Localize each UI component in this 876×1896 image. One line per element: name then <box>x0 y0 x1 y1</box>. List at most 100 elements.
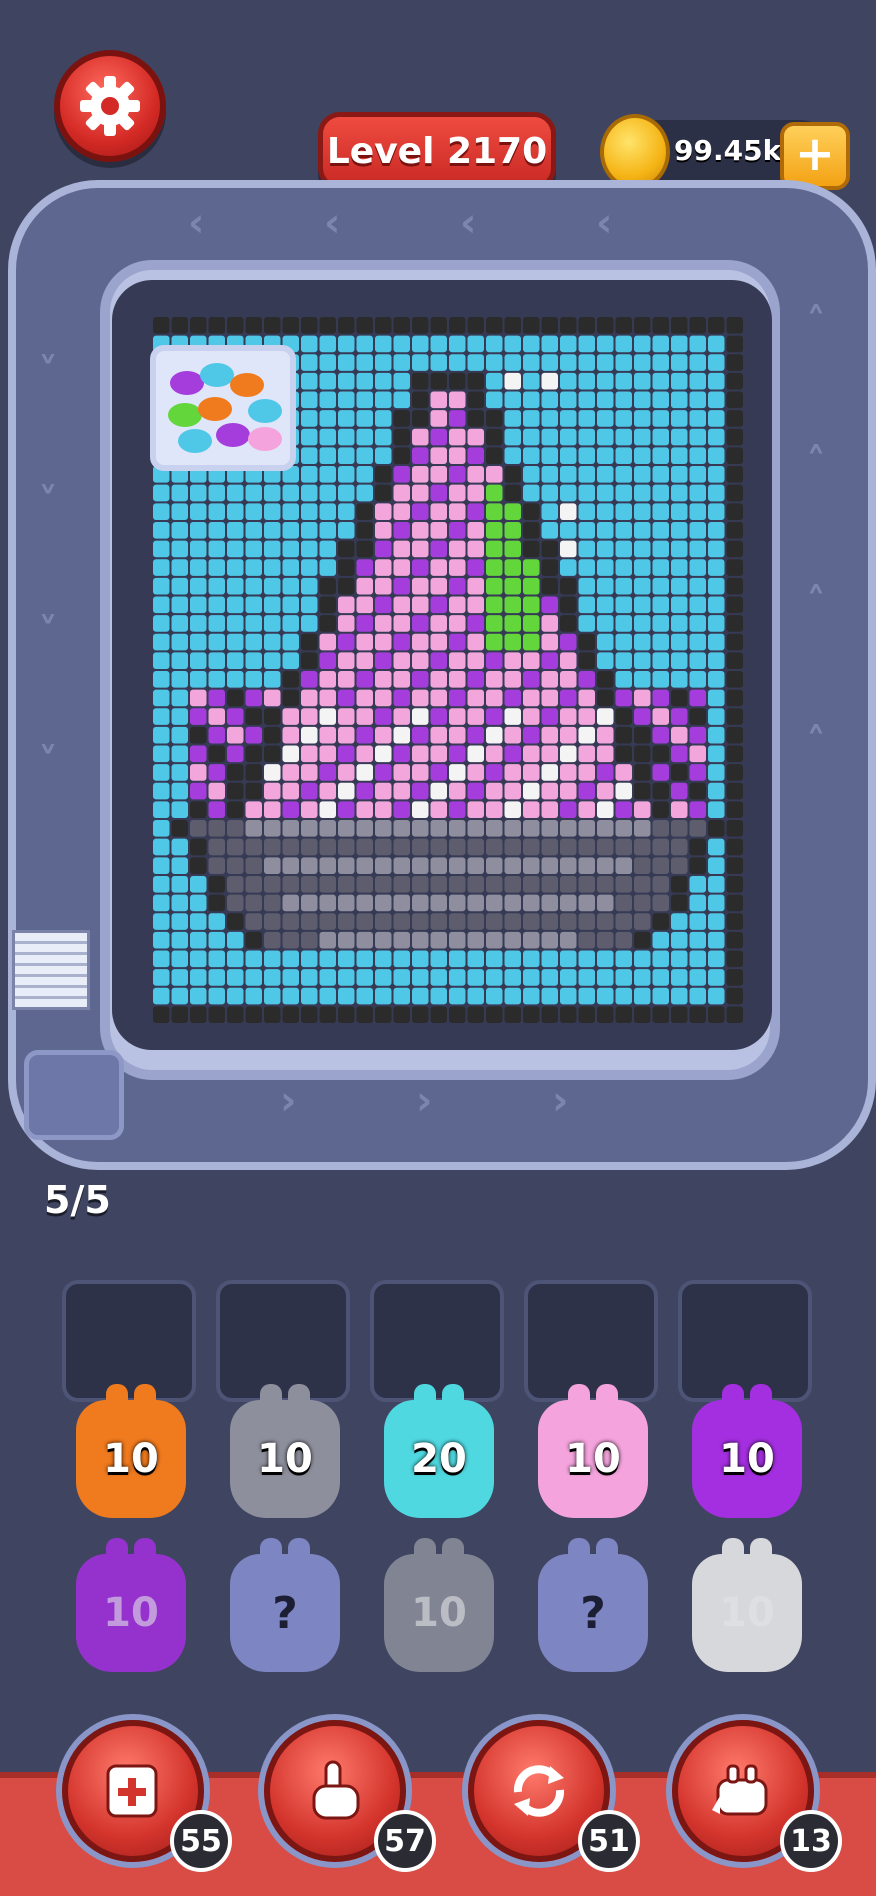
pixel-cell <box>541 894 558 912</box>
mystery-pig[interactable]: ? <box>230 1538 340 1672</box>
pixel-cell <box>153 801 170 819</box>
pixel-cell <box>430 503 447 520</box>
pixel-cell <box>430 633 447 651</box>
pixel-cell <box>227 894 244 912</box>
pixel-cell <box>319 726 336 744</box>
pixel-cell <box>597 354 614 371</box>
pixel-cell <box>726 466 743 483</box>
pig-shooter[interactable]: 10 <box>76 1384 186 1518</box>
settings-button[interactable] <box>54 50 166 162</box>
pixel-cell <box>375 708 392 725</box>
pixel-cell <box>541 950 558 968</box>
pixel-cell <box>541 410 558 427</box>
pixel-cell <box>560 372 577 390</box>
mystery-pig[interactable]: ? <box>538 1538 648 1672</box>
pixel-cell <box>412 540 429 558</box>
pixel-cell <box>356 577 373 595</box>
pixel-cell <box>264 615 281 632</box>
pixel-cell <box>393 317 410 334</box>
holding-slot[interactable] <box>62 1280 196 1402</box>
pixel-cell <box>449 801 466 819</box>
pixel-cell <box>708 708 725 725</box>
pixel-cell <box>486 969 503 986</box>
pixel-cell <box>708 838 725 856</box>
pixel-cell <box>708 447 725 465</box>
pixel-cell <box>430 410 447 427</box>
pixel-cell <box>467 596 484 614</box>
pixel-cell <box>153 540 170 558</box>
pixel-cell <box>208 857 225 874</box>
pixel-cell <box>689 671 706 688</box>
holding-slot[interactable] <box>216 1280 350 1402</box>
holding-slot[interactable] <box>370 1280 504 1402</box>
pixel-cell <box>282 503 299 520</box>
pixel-cell <box>615 671 632 688</box>
pixel-cell <box>264 745 281 763</box>
pixel-cell <box>449 708 466 725</box>
pixel-cell <box>153 633 170 651</box>
pixel-cell <box>541 521 558 539</box>
pixel-cell <box>615 577 632 595</box>
pixel-cell <box>430 652 447 669</box>
pig-shooter[interactable]: 10 <box>692 1538 802 1672</box>
pixel-cell <box>171 596 188 614</box>
pixel-cell <box>430 447 447 465</box>
pixel-cell <box>319 372 336 390</box>
pixel-cell <box>282 969 299 986</box>
pixel-cell <box>597 410 614 427</box>
pixel-cell <box>264 689 281 707</box>
pixel-cell <box>430 726 447 744</box>
holding-slot[interactable] <box>678 1280 812 1402</box>
pixel-cell <box>208 950 225 968</box>
pixel-cell <box>301 615 318 632</box>
pig-shooter[interactable]: 10 <box>76 1538 186 1672</box>
pixel-cell <box>560 708 577 725</box>
pixel-cell <box>393 745 410 763</box>
pixel-cell <box>634 354 651 371</box>
pixel-cell <box>245 615 262 632</box>
pixel-cell <box>245 540 262 558</box>
pig-shooter[interactable]: 10 <box>384 1538 494 1672</box>
pixel-cell <box>726 820 743 837</box>
pig-shooter[interactable]: 20 <box>384 1384 494 1518</box>
pixel-cell <box>153 708 170 725</box>
pixel-cell <box>227 820 244 837</box>
pixel-cell <box>430 969 447 986</box>
pixel-cell <box>153 894 170 912</box>
pixel-cell <box>652 987 669 1005</box>
pixel-cell <box>319 708 336 725</box>
pixel-cell <box>708 950 725 968</box>
pixel-cell <box>208 820 225 837</box>
pixel-cell <box>523 782 540 800</box>
pig-shooter[interactable]: 10 <box>692 1384 802 1518</box>
pixel-cell <box>227 689 244 707</box>
pixel-cell <box>301 521 318 539</box>
pixel-cell <box>578 615 595 632</box>
pixel-cell <box>541 689 558 707</box>
holding-slot[interactable] <box>524 1280 658 1402</box>
pixel-cell <box>560 466 577 483</box>
pixel-cell <box>227 671 244 688</box>
pixel-cell <box>282 894 299 912</box>
pixel-cell <box>504 764 521 781</box>
pixel-cell <box>301 410 318 427</box>
pixel-cell <box>578 931 595 949</box>
pixel-cell <box>467 820 484 837</box>
pixel-cell <box>467 577 484 595</box>
pixel-cell <box>430 466 447 483</box>
pixel-cell <box>282 782 299 800</box>
pixel-cell <box>634 987 651 1005</box>
pixel-cell <box>338 633 355 651</box>
pixel-cell <box>467 484 484 502</box>
pixel-cell <box>301 577 318 595</box>
pig-shooter[interactable]: 10 <box>538 1384 648 1518</box>
pixel-cell <box>190 745 207 763</box>
pig-shooter[interactable]: 10 <box>230 1384 340 1518</box>
pixel-cell <box>282 875 299 893</box>
pixel-cell <box>671 801 688 819</box>
pixel-cell <box>430 764 447 781</box>
pixel-cell <box>301 689 318 707</box>
pixel-cell <box>171 782 188 800</box>
pixel-cell <box>245 503 262 520</box>
pixel-cell <box>486 447 503 465</box>
